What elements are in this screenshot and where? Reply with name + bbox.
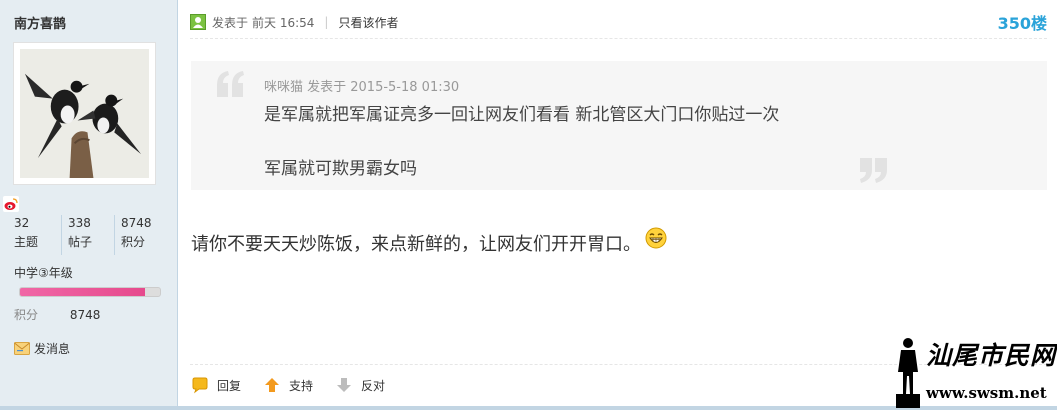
close-quote-icon — [860, 158, 887, 183]
header-divider — [190, 38, 1047, 39]
grin-smiley-icon — [645, 227, 667, 249]
oppose-button[interactable]: 反对 — [335, 376, 385, 394]
support-label: 支持 — [289, 378, 314, 393]
weibo-icon[interactable] — [3, 196, 19, 212]
user-stats: 32 主题 338 帖子 8748 积分 — [14, 215, 164, 255]
reply-button[interactable]: 回复 — [191, 376, 241, 394]
header-separator: | — [324, 15, 329, 29]
avatar[interactable] — [13, 42, 156, 185]
reply-bubble-icon — [192, 377, 208, 394]
oppose-arrow-down-icon — [337, 378, 352, 392]
post-actions: 回复 支持 反对 — [191, 376, 407, 394]
author-only-link[interactable]: 只看该作者 — [338, 14, 398, 31]
watermark-title: 汕尾市民网 — [926, 341, 1057, 370]
post-header: 发表于 前天 16:54 | 只看该作者 — [190, 12, 398, 32]
post-content: 请你不要天天炒陈饭，来点新鲜的，让网友们开开胃口。 — [191, 227, 667, 256]
posted-prefix: 发表于 — [212, 15, 249, 30]
points-label: 积分 — [14, 308, 39, 322]
user-level[interactable]: 中学③年级 — [14, 264, 73, 281]
send-message-link[interactable]: 发消息 — [14, 340, 70, 357]
quote-line-1: 是军属就把军属证亮多一回让网友们看看 新北管区大门口你贴过一次 — [264, 105, 780, 125]
author-name[interactable]: 南方喜鹊 — [14, 13, 66, 32]
watermark-url: www.swsm.net — [926, 384, 1047, 402]
points-row: 积分 8748 — [14, 306, 100, 323]
forum-post: 南方喜鹊 32 主题 338 帖子 8748 积分 中学③年级 积分 8748 … — [0, 0, 1057, 410]
points-value: 8748 — [69, 308, 101, 322]
envelope-icon — [14, 342, 30, 355]
reply-label: 回复 — [217, 378, 242, 393]
statue-figure-icon — [896, 338, 920, 408]
posted-time: 前天 16:54 — [252, 15, 315, 30]
online-icon — [190, 14, 206, 30]
level-progress-bar — [19, 287, 161, 297]
quote-meta: 咪咪猫 发表于 2015-5-18 01:30 — [264, 80, 460, 95]
avatar-image — [20, 49, 149, 178]
stat-posts[interactable]: 338 帖子 — [61, 215, 106, 255]
support-button[interactable]: 支持 — [263, 376, 313, 394]
oppose-label: 反对 — [361, 378, 386, 393]
floor-number[interactable]: 350楼 — [998, 10, 1047, 34]
support-arrow-up-icon — [265, 378, 280, 392]
post-content-text: 请你不要天天炒陈饭，来点新鲜的，让网友们开开胃口。 — [191, 234, 641, 255]
quote-line-2: 军属就可欺男霸女吗 — [264, 159, 417, 179]
send-message-label: 发消息 — [34, 342, 71, 356]
quote-block: 咪咪猫 发表于 2015-5-18 01:30 是军属就把军属证亮多一回让网友们… — [191, 61, 1047, 190]
author-sidebar: 南方喜鹊 32 主题 338 帖子 8748 积分 中学③年级 积分 8748 … — [0, 0, 178, 410]
stat-points[interactable]: 8748 积分 — [114, 215, 159, 255]
level-progress-fill — [20, 288, 145, 296]
open-quote-icon — [217, 71, 244, 97]
site-watermark: 汕尾市民网 www.swsm.net — [892, 336, 1057, 408]
stat-topics[interactable]: 32 主题 — [14, 215, 59, 255]
